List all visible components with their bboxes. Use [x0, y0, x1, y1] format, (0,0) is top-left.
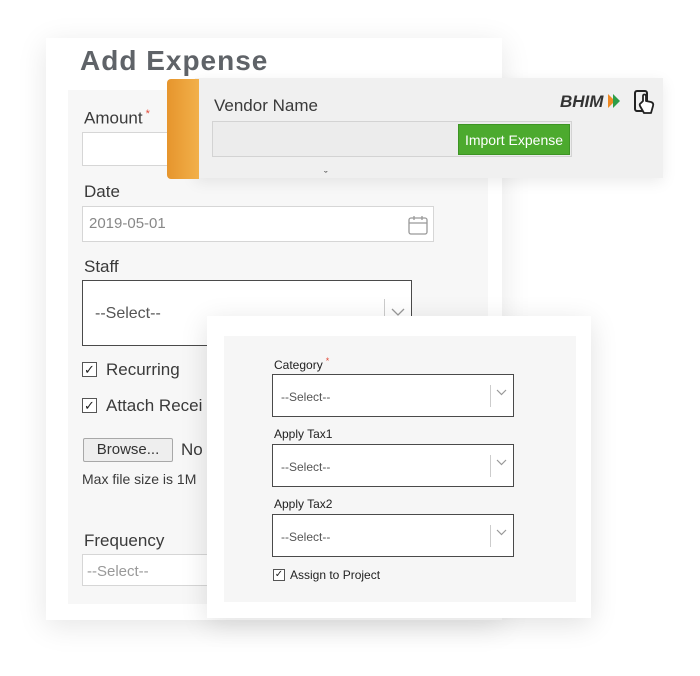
browse-button[interactable]: Browse... — [83, 438, 173, 462]
attach-receipt-checkbox[interactable]: ✓ — [82, 398, 97, 413]
recurring-checkbox[interactable]: ✓ — [82, 362, 97, 377]
no-file-text: No — [181, 440, 203, 459]
staff-label: Staff — [84, 257, 119, 276]
staff-select-value: --Select-- — [95, 305, 161, 322]
category-select-value: --Select-- — [281, 390, 331, 404]
category-label: Category * — [274, 356, 330, 372]
chevron-down-icon — [496, 529, 507, 536]
calendar-icon[interactable] — [407, 214, 429, 236]
apply-tax2-select-value: --Select-- — [281, 530, 331, 544]
frequency-select[interactable]: --Select-- — [82, 554, 222, 586]
page-title: Add Expense — [80, 45, 269, 76]
date-input[interactable]: 2019-05-01 — [82, 206, 434, 242]
phone-tap-icon[interactable] — [632, 89, 658, 115]
amount-input[interactable] — [82, 132, 172, 166]
date-label: Date — [84, 182, 120, 201]
amount-label: Amount * — [84, 108, 150, 128]
recurring-label: Recurring — [106, 360, 180, 379]
apply-tax1-select-value: --Select-- — [281, 460, 331, 474]
required-mark: * — [325, 356, 330, 366]
apply-tax2-select[interactable]: --Select-- — [272, 514, 514, 557]
apply-tax2-label: Apply Tax2 — [274, 497, 333, 511]
frequency-select-value: --Select-- — [87, 563, 149, 580]
accent-tab — [167, 79, 199, 179]
vendor-name-label: Vendor Name — [214, 96, 318, 115]
select-separator — [490, 455, 491, 477]
apply-tax1-label: Apply Tax1 — [274, 427, 333, 441]
select-separator — [490, 525, 491, 547]
caret-down-icon[interactable]: ˇ — [324, 170, 328, 182]
assign-to-project-label: Assign to Project — [290, 568, 381, 582]
select-separator — [490, 385, 491, 407]
required-mark: * — [145, 108, 150, 120]
import-expense-button[interactable]: Import Expense — [458, 124, 570, 155]
attach-receipt-label: Attach Recei — [106, 396, 203, 415]
chevron-down-icon — [496, 459, 507, 466]
category-select[interactable]: --Select-- — [272, 374, 514, 417]
apply-tax1-select[interactable]: --Select-- — [272, 444, 514, 487]
max-file-size-text: Max file size is 1M — [82, 471, 197, 487]
date-value: 2019-05-01 — [89, 215, 166, 232]
bhim-logo: BHIM — [560, 92, 604, 111]
assign-to-project-checkbox[interactable]: ✓ — [273, 569, 285, 581]
bhim-arrow-icon — [608, 94, 620, 108]
frequency-label: Frequency — [84, 531, 165, 550]
chevron-down-icon — [496, 389, 507, 396]
